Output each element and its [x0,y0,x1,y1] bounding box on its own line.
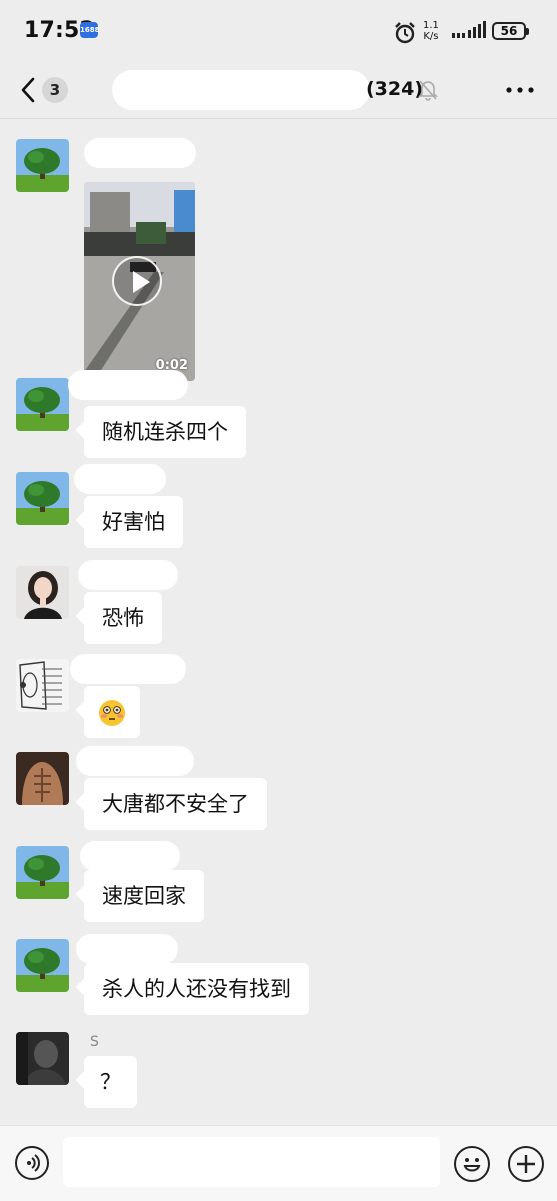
chat-area[interactable]: 0:02 随机连杀四个 好害怕 恐怖 大唐都不安全了 速度回家 杀人的人还没有找… [0,119,557,1125]
chat-header: 3 (324) [0,62,557,119]
avatar-torso[interactable] [16,752,69,805]
status-bar: 17:52 1688 1.1 K/s 56 [0,0,557,62]
unread-count-badge[interactable]: 3 [42,77,68,103]
play-icon[interactable] [112,256,162,306]
avatar-tree[interactable] [16,939,69,992]
voice-icon[interactable] [15,1146,49,1180]
message-bubble[interactable]: 速度回家 [84,870,204,922]
emoji-icon[interactable] [454,1146,490,1182]
network-speed: 1.1 K/s [423,20,439,42]
sender-name [80,841,180,871]
sender-name [76,746,194,776]
group-title [112,70,370,110]
signal-icon [452,21,486,38]
avatar-girl[interactable] [16,566,69,619]
message-bubble[interactable]: 杀人的人还没有找到 [84,963,309,1015]
network-speed-value: 1.1 [423,20,439,31]
message-bubble[interactable]: 大唐都不安全了 [84,778,267,830]
message-input[interactable] [63,1137,440,1187]
sender-name [84,138,196,168]
sender-name [78,560,178,590]
group-member-count: (324) [366,78,424,100]
sender-name [74,464,166,494]
bell-mute-icon [418,80,438,101]
message-bubble[interactable]: 恐怖 [84,592,162,644]
flushed-emoji-icon [99,700,125,726]
video-message[interactable]: 0:02 [84,182,195,381]
avatar-tree[interactable] [16,139,69,192]
avatar-diagram[interactable] [16,659,69,712]
sender-name: S [90,1034,99,1050]
avatar-dark[interactable] [16,1032,69,1085]
more-icon[interactable] [502,76,538,104]
message-bubble[interactable]: ？ [84,1056,137,1108]
input-bar [0,1125,557,1201]
sender-name [68,370,188,400]
avatar-tree[interactable] [16,472,69,525]
app-badge-icon: 1688 [80,22,99,38]
alarm-icon [395,22,415,44]
avatar-tree[interactable] [16,378,69,431]
emoji-bubble[interactable] [84,686,140,738]
sender-name [76,934,178,964]
battery-icon: 56 [492,22,529,40]
back-icon[interactable] [18,76,40,104]
plus-icon[interactable] [508,1146,544,1182]
sender-name [70,654,186,684]
message-bubble[interactable]: 好害怕 [84,496,183,548]
message-bubble[interactable]: 随机连杀四个 [84,406,246,458]
network-speed-unit: K/s [423,31,439,42]
avatar-tree[interactable] [16,846,69,899]
